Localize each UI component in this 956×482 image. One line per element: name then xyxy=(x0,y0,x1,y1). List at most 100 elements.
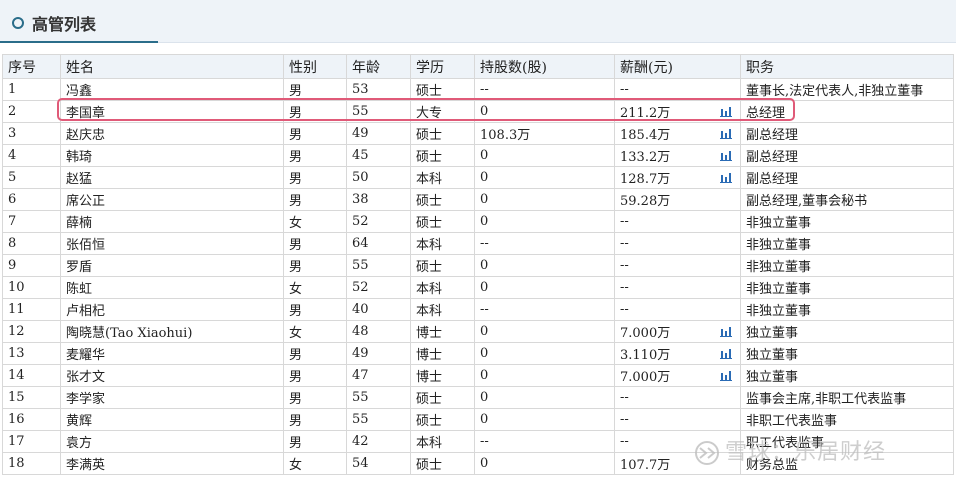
cell-education: 硕士 xyxy=(410,386,475,409)
table-row: 1 冯鑫男 53 硕士 -- -- 董事长,法定代表人,非独立董事 xyxy=(2,78,954,101)
bar-chart-icon[interactable] xyxy=(720,348,732,359)
cell-no: 16 xyxy=(2,408,61,431)
cell-shares: 0 xyxy=(474,144,615,167)
cell-age: 53 xyxy=(346,78,411,101)
title-underline xyxy=(0,41,158,43)
cell-salary: -- xyxy=(614,254,741,277)
cell-education: 硕士 xyxy=(410,210,475,233)
table-row: 2 李国章男 55 大专 0 211.2万 总经理 xyxy=(2,100,954,123)
cell-shares: 0 xyxy=(474,210,615,233)
table-row: 12 陶晓慧(Tao Xiaohui) 女 48 博士 0 7.000万 独立董事 xyxy=(2,320,954,343)
cell-age: 50 xyxy=(346,166,411,189)
table-row: 7 薛楠女 52 硕士 0 -- 非独立董事 xyxy=(2,210,954,233)
column-header-salary: 薪酬(元) xyxy=(614,54,741,79)
cell-name: 席公正 xyxy=(60,188,284,211)
cell-name: 冯鑫 xyxy=(60,78,284,101)
cell-gender: 男 xyxy=(283,254,347,277)
cell-education: 博士 xyxy=(410,320,475,343)
cell-shares: 0 xyxy=(474,188,615,211)
cell-gender: 男 xyxy=(283,166,347,189)
cell-no: 18 xyxy=(2,452,61,475)
cell-education: 硕士 xyxy=(410,78,475,101)
cell-shares: 0 xyxy=(474,452,615,475)
cell-salary: -- xyxy=(614,78,741,101)
table-row: 5 赵猛男 50 本科 0 128.7万 副总经理 xyxy=(2,166,954,189)
watermark: 雪球：乐居财经 xyxy=(693,434,886,466)
cell-age: 54 xyxy=(346,452,411,475)
cell-salary: 7.000万 xyxy=(614,364,741,387)
cell-education: 硕士 xyxy=(410,452,475,475)
cell-salary: -- xyxy=(614,298,741,321)
cell-age: 49 xyxy=(346,342,411,365)
column-header-gender: 性别 xyxy=(283,54,347,79)
cell-shares: 0 xyxy=(474,320,615,343)
cell-age: 55 xyxy=(346,386,411,409)
cell-name: 卢相杞 xyxy=(60,298,284,321)
cell-gender: 男 xyxy=(283,298,347,321)
cell-education: 博士 xyxy=(410,342,475,365)
bar-chart-icon[interactable] xyxy=(720,150,732,161)
cell-gender: 女 xyxy=(283,320,347,343)
cell-title: 非独立董事 xyxy=(740,232,954,255)
cell-shares: 0 xyxy=(474,364,615,387)
cell-no: 12 xyxy=(2,320,61,343)
bar-chart-icon[interactable] xyxy=(720,172,732,183)
section-title: 高管列表 xyxy=(32,15,97,34)
cell-name: 李国章 xyxy=(60,100,284,123)
column-header-education: 学历 xyxy=(410,54,475,79)
cell-gender: 男 xyxy=(283,342,347,365)
cell-title: 非独立董事 xyxy=(740,276,954,299)
cell-shares: 0 xyxy=(474,100,615,123)
cell-salary: -- xyxy=(614,276,741,299)
cell-shares: 0 xyxy=(474,386,615,409)
cell-no: 4 xyxy=(2,144,61,167)
cell-education: 硕士 xyxy=(410,144,475,167)
cell-age: 42 xyxy=(346,430,411,453)
cell-title: 副总经理 xyxy=(740,122,954,145)
cell-salary: -- xyxy=(614,232,741,255)
cell-salary: -- xyxy=(614,386,741,409)
cell-no: 10 xyxy=(2,276,61,299)
bar-chart-icon[interactable] xyxy=(720,106,732,117)
cell-title: 董事长,法定代表人,非独立董事 xyxy=(740,78,954,101)
cell-no: 9 xyxy=(2,254,61,277)
cell-title: 非独立董事 xyxy=(740,254,954,277)
bar-chart-icon[interactable] xyxy=(720,128,732,139)
table-row: 3 赵庆忠男 49 硕士 108.3万 185.4万 副总经理 xyxy=(2,122,954,145)
cell-education: 硕士 xyxy=(410,254,475,277)
table-row: 6 席公正男 38 硕士 0 59.28万 副总经理,董事会秘书 xyxy=(2,188,954,211)
cell-salary: -- xyxy=(614,408,741,431)
cell-gender: 女 xyxy=(283,210,347,233)
bar-chart-icon[interactable] xyxy=(720,370,732,381)
cell-name: 张才文 xyxy=(60,364,284,387)
cell-title: 总经理 xyxy=(740,100,954,123)
cell-no: 8 xyxy=(2,232,61,255)
cell-shares: -- xyxy=(474,78,615,101)
cell-age: 45 xyxy=(346,144,411,167)
cell-name: 薛楠 xyxy=(60,210,284,233)
cell-gender: 男 xyxy=(283,408,347,431)
cell-shares: 0 xyxy=(474,166,615,189)
cell-name: 赵猛 xyxy=(60,166,284,189)
cell-salary: 133.2万 xyxy=(614,144,741,167)
cell-education: 硕士 xyxy=(410,408,475,431)
cell-title: 非独立董事 xyxy=(740,210,954,233)
bar-chart-icon[interactable] xyxy=(720,326,732,337)
cell-education: 本科 xyxy=(410,298,475,321)
cell-salary: 7.000万 xyxy=(614,320,741,343)
section-header: 高管列表 xyxy=(0,0,956,43)
cell-shares: -- xyxy=(474,430,615,453)
cell-education: 本科 xyxy=(410,430,475,453)
cell-name: 张佰恒 xyxy=(60,232,284,255)
cell-no: 14 xyxy=(2,364,61,387)
cell-no: 3 xyxy=(2,122,61,145)
table-row: 11 卢相杞男 40 本科 -- -- 非独立董事 xyxy=(2,298,954,321)
cell-education: 硕士 xyxy=(410,188,475,211)
cell-gender: 女 xyxy=(283,452,347,475)
cell-name: 赵庆忠 xyxy=(60,122,284,145)
cell-education: 本科 xyxy=(410,232,475,255)
cell-salary: 185.4万 xyxy=(614,122,741,145)
cell-salary: -- xyxy=(614,210,741,233)
table-row: 13 麦耀华男 49 博士 0 3.110万 独立董事 xyxy=(2,342,954,365)
cell-shares: -- xyxy=(474,232,615,255)
